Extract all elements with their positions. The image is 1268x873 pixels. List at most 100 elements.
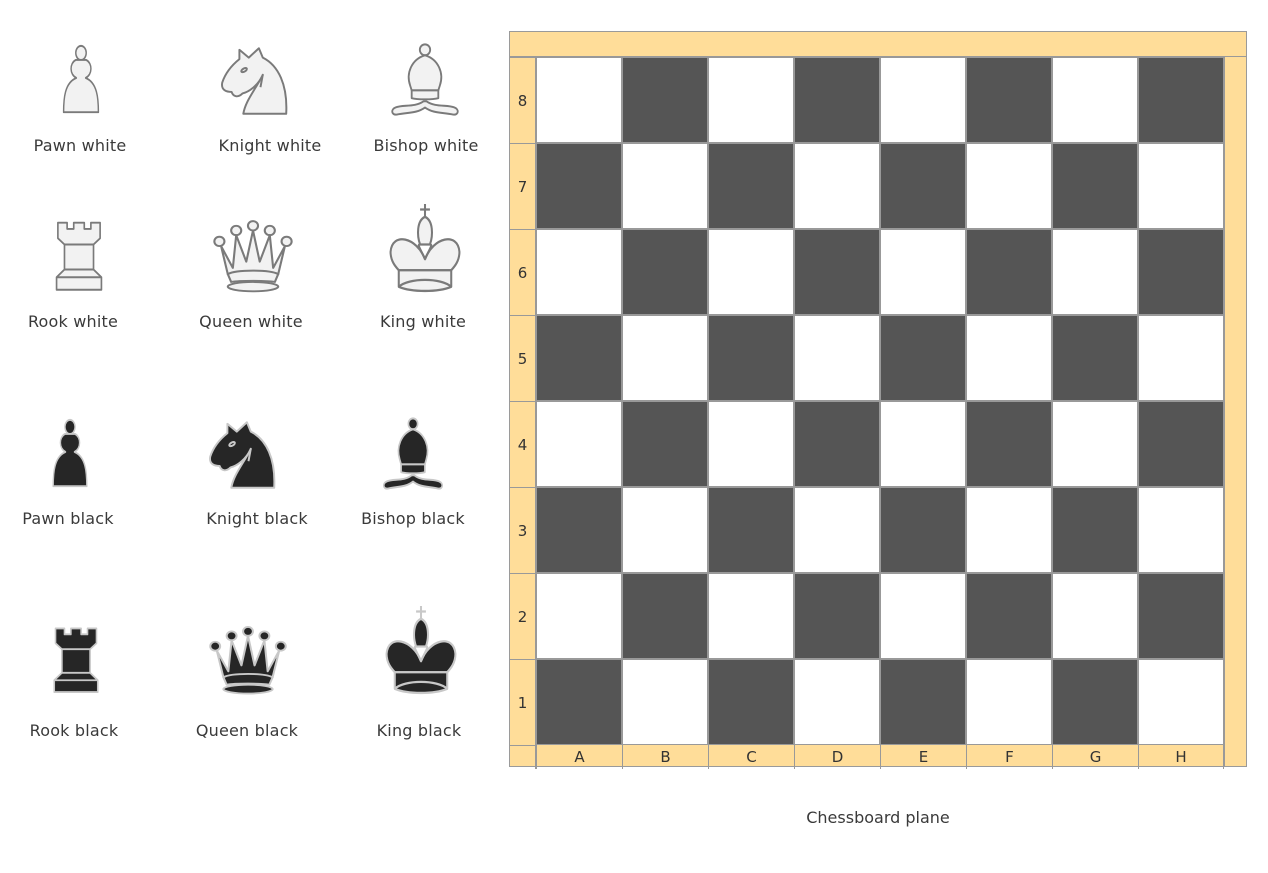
piece-label: Queen white [199,312,303,331]
square-g5[interactable] [1052,315,1138,401]
square-h5[interactable] [1138,315,1224,401]
square-c8[interactable] [708,57,794,143]
bishop-black-icon[interactable] [380,416,446,494]
square-b2[interactable] [622,573,708,659]
piece-label: Knight black [206,509,308,528]
square-g8[interactable] [1052,57,1138,143]
square-e3[interactable] [880,487,966,573]
square-g4[interactable] [1052,401,1138,487]
square-f1[interactable] [966,659,1052,745]
square-e8[interactable] [880,57,966,143]
rank-label-4: 4 [510,401,536,487]
square-c3[interactable] [708,487,794,573]
square-f6[interactable] [966,229,1052,315]
square-a6[interactable] [536,229,622,315]
square-h4[interactable] [1138,401,1224,487]
bishop-white-icon[interactable] [388,42,462,120]
pawn-black-icon[interactable] [42,416,98,494]
piece-label: Rook white [27,312,119,331]
square-d3[interactable] [794,487,880,573]
rank-label-3: 3 [510,487,536,573]
file-label-h: H [1138,745,1224,769]
square-g2[interactable] [1052,573,1138,659]
square-b4[interactable] [622,401,708,487]
square-h6[interactable] [1138,229,1224,315]
square-h7[interactable] [1138,143,1224,229]
square-a1[interactable] [536,659,622,745]
piece-label: Knight white [218,136,322,155]
square-g3[interactable] [1052,487,1138,573]
square-e5[interactable] [880,315,966,401]
square-d6[interactable] [794,229,880,315]
rank-label-5: 5 [510,315,536,401]
square-e2[interactable] [880,573,966,659]
square-d5[interactable] [794,315,880,401]
piece-label: Pawn white [33,136,127,155]
square-c2[interactable] [708,573,794,659]
square-b5[interactable] [622,315,708,401]
square-e7[interactable] [880,143,966,229]
square-c7[interactable] [708,143,794,229]
square-f2[interactable] [966,573,1052,659]
square-g1[interactable] [1052,659,1138,745]
square-c4[interactable] [708,401,794,487]
chessboard: 87654321ABCDEFGH [509,31,1249,769]
square-a7[interactable] [536,143,622,229]
square-d8[interactable] [794,57,880,143]
rook-black-icon[interactable] [44,624,108,698]
square-f7[interactable] [966,143,1052,229]
square-f3[interactable] [966,487,1052,573]
board-corner [510,745,536,769]
square-b3[interactable] [622,487,708,573]
square-f5[interactable] [966,315,1052,401]
square-g6[interactable] [1052,229,1138,315]
file-label-d: D [794,745,880,769]
piece-label: King black [376,721,462,740]
square-b1[interactable] [622,659,708,745]
queen-black-icon[interactable] [207,624,289,698]
square-f4[interactable] [966,401,1052,487]
square-d2[interactable] [794,573,880,659]
square-a3[interactable] [536,487,622,573]
square-d7[interactable] [794,143,880,229]
board-right-strip [1224,57,1249,766]
square-d1[interactable] [794,659,880,745]
square-h2[interactable] [1138,573,1224,659]
chessboard-caption: Chessboard plane [806,808,950,827]
knight-black-icon[interactable] [204,416,282,494]
square-b7[interactable] [622,143,708,229]
file-label-c: C [708,745,794,769]
queen-white-icon[interactable] [211,218,295,296]
square-c6[interactable] [708,229,794,315]
piece-label: Bishop white [373,136,479,155]
square-b8[interactable] [622,57,708,143]
square-c5[interactable] [708,315,794,401]
knight-white-icon[interactable] [216,42,294,120]
square-a8[interactable] [536,57,622,143]
file-label-g: G [1052,745,1138,769]
square-a4[interactable] [536,401,622,487]
square-f8[interactable] [966,57,1052,143]
square-d4[interactable] [794,401,880,487]
square-h3[interactable] [1138,487,1224,573]
square-c1[interactable] [708,659,794,745]
rank-label-1: 1 [510,659,536,745]
rank-label-2: 2 [510,573,536,659]
square-g7[interactable] [1052,143,1138,229]
rook-white-icon[interactable] [46,218,112,296]
king-white-icon[interactable] [384,204,466,296]
square-h8[interactable] [1138,57,1224,143]
square-a5[interactable] [536,315,622,401]
king-black-icon[interactable] [380,606,462,698]
square-e4[interactable] [880,401,966,487]
square-e1[interactable] [880,659,966,745]
rank-label-6: 6 [510,229,536,315]
rank-label-8: 8 [510,57,536,143]
file-label-f: F [966,745,1052,769]
square-b6[interactable] [622,229,708,315]
pawn-white-icon[interactable] [52,42,110,120]
square-a2[interactable] [536,573,622,659]
square-e6[interactable] [880,229,966,315]
square-h1[interactable] [1138,659,1224,745]
rank-label-7: 7 [510,143,536,229]
